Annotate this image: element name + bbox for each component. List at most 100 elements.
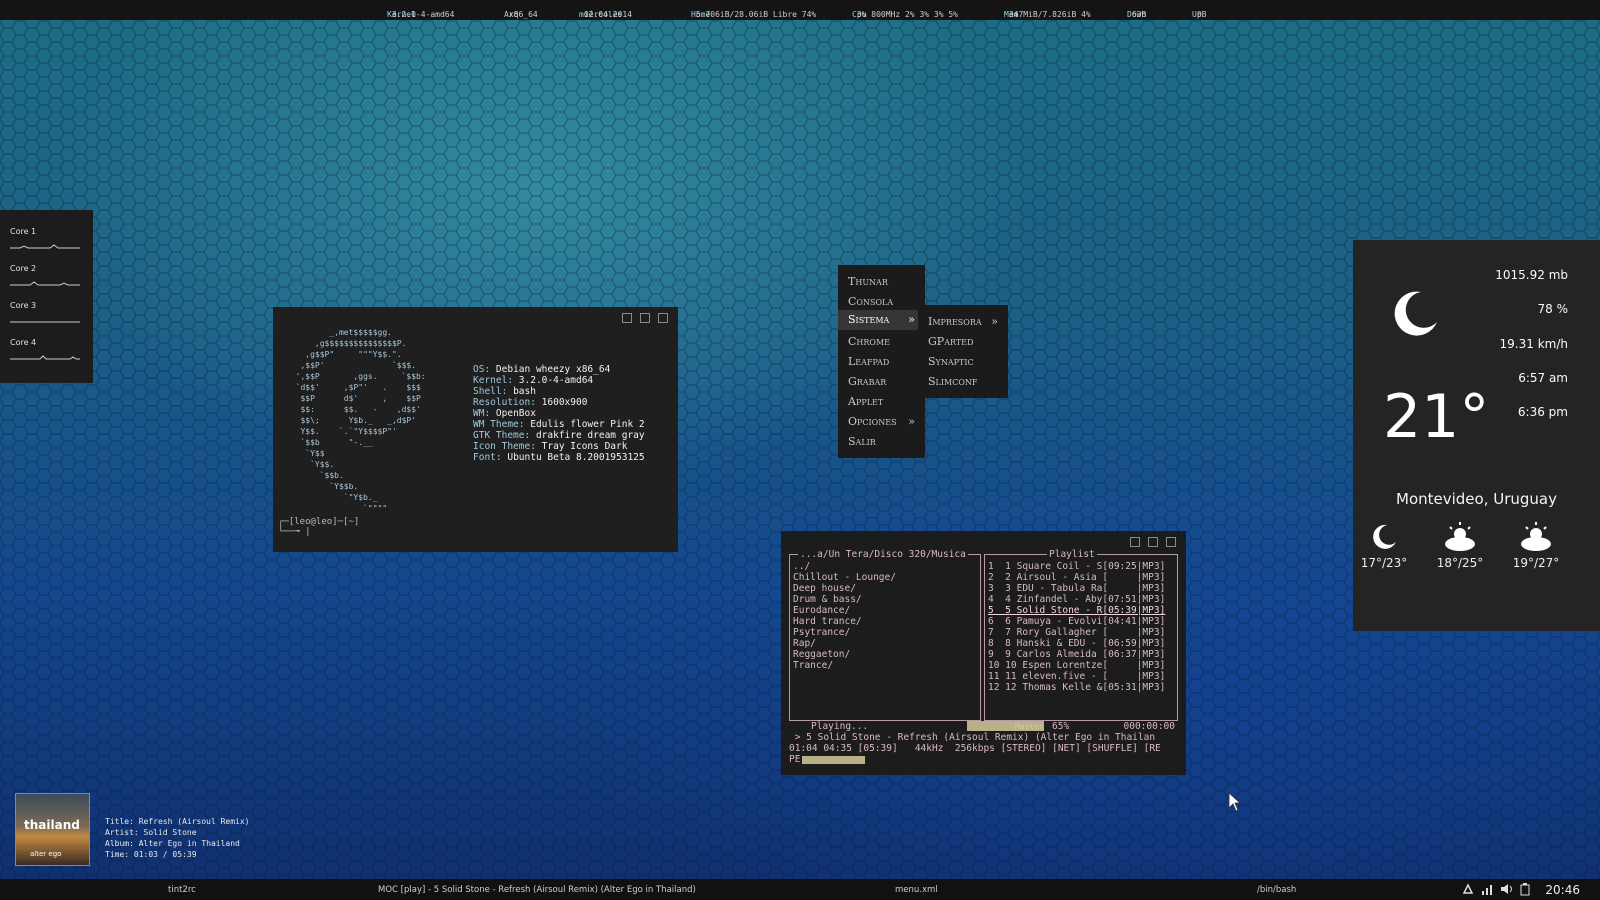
current-temperature: 21° — [1383, 382, 1490, 452]
moc-player-window[interactable]: ...a/Un Tera/Disco 320/Musica ../Chillou… — [781, 531, 1186, 775]
directory-item[interactable]: Drum & bass/ — [793, 594, 896, 605]
song-title: Title: Refresh (Airsoul Remix) — [105, 817, 250, 826]
date-stat: miércoles 02.04.2014 — [579, 10, 632, 19]
wind-value: 19.31 km/h — [1499, 337, 1568, 351]
playlist-item[interactable]: 11 11 eleven.five - [ |MP3] — [988, 671, 1165, 682]
task-menu-xml[interactable]: menu.xml — [895, 885, 938, 895]
info-row: WM: OpenBox — [473, 408, 536, 419]
menu-item-gparted[interactable]: GParted — [928, 335, 973, 348]
info-row: Kernel: 3.2.0-4-amd64 — [473, 375, 594, 386]
now-playing-line: > 5 Solid Stone - Refresh (Airsoul Remix… — [789, 732, 1156, 743]
forecast-day: 17°/23° — [1354, 522, 1414, 570]
mouse-cursor-icon — [1228, 792, 1242, 812]
playlist-item[interactable]: 9 9 Carlos Almeida [06:37|MP3] — [988, 649, 1165, 660]
song-album: Album: Alter Ego in Thailand — [105, 839, 240, 848]
maximize-icon[interactable] — [640, 313, 650, 323]
submenu-arrow-icon: » — [908, 313, 915, 326]
iconify-icon[interactable] — [622, 313, 632, 323]
window-controls — [622, 313, 668, 323]
network-signal-icon[interactable] — [1481, 883, 1495, 895]
cpu-cores-widget: Core 1 Core 2 Core 3 Core 4 — [0, 210, 93, 383]
time-info-line: 01:04 04:35 [05:39] 44kHz 256kbps [STERE… — [789, 743, 1161, 754]
album-cover: thailand alter ego — [15, 793, 90, 866]
directory-path: ...a/Un Tera/Disco 320/Musica — [798, 549, 968, 560]
core-label: Core 1 — [10, 227, 37, 236]
playlist-title: Playlist — [1047, 549, 1097, 560]
playlist-pane: Playlist 1 1 Square Coil - S[09:25|MP3] 2… — [984, 549, 1178, 721]
core-label: Core 2 — [10, 264, 37, 273]
directory-item[interactable]: Hard trance/ — [793, 616, 896, 627]
directory-item[interactable]: Trance/ — [793, 660, 896, 671]
weather-widget: 1015.92 mb 78 % 19.31 km/h 6:57 am 6:36 … — [1353, 240, 1600, 631]
terminal-window[interactable]: _,met$$$$$gg. ,g$$$$$$$$$$$$$$$P. ,g$$P"… — [273, 307, 678, 552]
directory-item[interactable]: Eurodance/ — [793, 605, 896, 616]
menu-item-consola[interactable]: Consola — [848, 295, 893, 308]
close-icon[interactable] — [658, 313, 668, 323]
core-graph — [10, 281, 80, 286]
moon-icon — [1373, 524, 1396, 549]
city-name: Montevideo, Uruguay — [1396, 490, 1557, 508]
recycle-icon[interactable] — [1462, 883, 1474, 895]
playlist-item[interactable]: 12 12 Thomas Kelle &[05:31|MP3] — [988, 682, 1165, 693]
menu-item-sistema[interactable]: Sistema» — [838, 310, 925, 330]
elapsed-counter: 000:00:00 — [1123, 721, 1175, 732]
track-progress-fill — [802, 756, 865, 764]
song-time: Time: 01:03 / 05:39 — [105, 850, 197, 859]
shell-prompt[interactable]: ┌─[leo@leo]─[~] └──╼ | — [278, 517, 359, 537]
close-icon[interactable] — [1166, 537, 1176, 547]
info-row: Icon Theme: Tray Icons Dark — [473, 441, 628, 452]
menu-item-thunar[interactable]: Thunar — [848, 275, 888, 288]
menu-item-impresora[interactable]: Impresora» — [928, 315, 1008, 328]
song-artist: Artist: Solid Stone — [105, 828, 197, 837]
menu-item-leafpad[interactable]: Leafpad — [848, 355, 889, 368]
info-row: Shell: bash — [473, 386, 536, 397]
down-stat: Down 63B — [1127, 10, 1147, 19]
core-graph — [10, 355, 80, 360]
directory-item[interactable]: Rap/ — [793, 638, 896, 649]
playlist-item[interactable]: 7 7 Rory Gallagher [ |MP3] — [988, 627, 1165, 638]
task-moc[interactable]: MOC [play] - 5 Solid Stone - Refresh (Ai… — [378, 885, 696, 895]
menu-item-synaptic[interactable]: Synaptic — [928, 355, 974, 368]
playlist-item[interactable]: 8 8 Hanski & EDU - [06:59|MP3] — [988, 638, 1165, 649]
cover-text: thailand — [24, 818, 80, 832]
moon-icon — [1394, 291, 1437, 336]
screenfetch-info: OS: Debian wheezy x86_64 Kernel: 3.2.0-4… — [473, 364, 645, 463]
directory-item[interactable]: Reggaeton/ — [793, 649, 896, 660]
playlist-item[interactable]: 6 6 Pamuya - Evolvi[04:41|MP3] — [988, 616, 1165, 627]
menu-item-opciones[interactable]: Opciones» — [848, 415, 925, 428]
menu-item-slimconf[interactable]: Slimconf — [928, 375, 977, 388]
directory-item[interactable]: Psytrance/ — [793, 627, 896, 638]
directory-item[interactable]: Deep house/ — [793, 583, 896, 594]
menu-item-grabar[interactable]: Grabar — [848, 375, 886, 388]
info-row: OS: Debian wheezy x86_64 — [473, 364, 611, 375]
playlist-item[interactable]: 5 5 Solid Stone - R[05:39|MP3] — [988, 605, 1165, 616]
player-status: Playing... Master 65% 000:00:00 > 5 Soli… — [789, 721, 1179, 771]
track-progress[interactable] — [802, 756, 1132, 764]
core-graph — [10, 244, 80, 249]
menu-item-salir[interactable]: Salir — [848, 435, 876, 448]
playlist-item[interactable]: 1 1 Square Coil - S[09:25|MP3] — [988, 561, 1165, 572]
menu-item-applet[interactable]: Applet — [848, 395, 883, 408]
menu-item-chrome[interactable]: Chrome — [848, 335, 890, 348]
task-bash[interactable]: /bin/bash — [1257, 885, 1296, 895]
window-controls — [1130, 537, 1176, 547]
volume-icon[interactable] — [1500, 883, 1514, 895]
forecast-day: 18°/25° — [1430, 522, 1490, 570]
clock[interactable]: 20:46 — [1545, 883, 1580, 897]
directory-item[interactable]: ../ — [793, 561, 896, 572]
top-status-bar: Kernel 3.2.0-4-amd64 Arq x86_64 miércole… — [0, 0, 1600, 20]
playlist-item[interactable]: 10 10 Espen Lorentze[ |MP3] — [988, 660, 1165, 671]
playlist-item[interactable]: 2 2 Airsoul - Asia [ |MP3] — [988, 572, 1165, 583]
playlist-item[interactable]: 3 3 EDU - Tabula Ra[ |MP3] — [988, 583, 1165, 594]
iconify-icon[interactable] — [1130, 537, 1140, 547]
maximize-icon[interactable] — [1148, 537, 1158, 547]
home-stat: Home 5.706iB/28.06iB Libre 74% — [691, 10, 817, 19]
task-tint2rc[interactable]: tint2rc — [168, 885, 196, 895]
debian-ascii-logo: _,met$$$$$gg. ,g$$$$$$$$$$$$$$$P. ,g$$P"… — [295, 328, 426, 513]
directory-pane: ...a/Un Tera/Disco 320/Musica ../Chillou… — [789, 549, 981, 721]
directory-item[interactable]: Chillout - Lounge/ — [793, 572, 896, 583]
info-row: Font: Ubuntu Beta 8.2001953125 — [473, 452, 645, 463]
battery-icon[interactable] — [1520, 883, 1530, 896]
volume-bar[interactable]: Master — [967, 721, 1044, 731]
playlist-item[interactable]: 4 4 Zinfandel - Aby[07:51|MP3] — [988, 594, 1165, 605]
